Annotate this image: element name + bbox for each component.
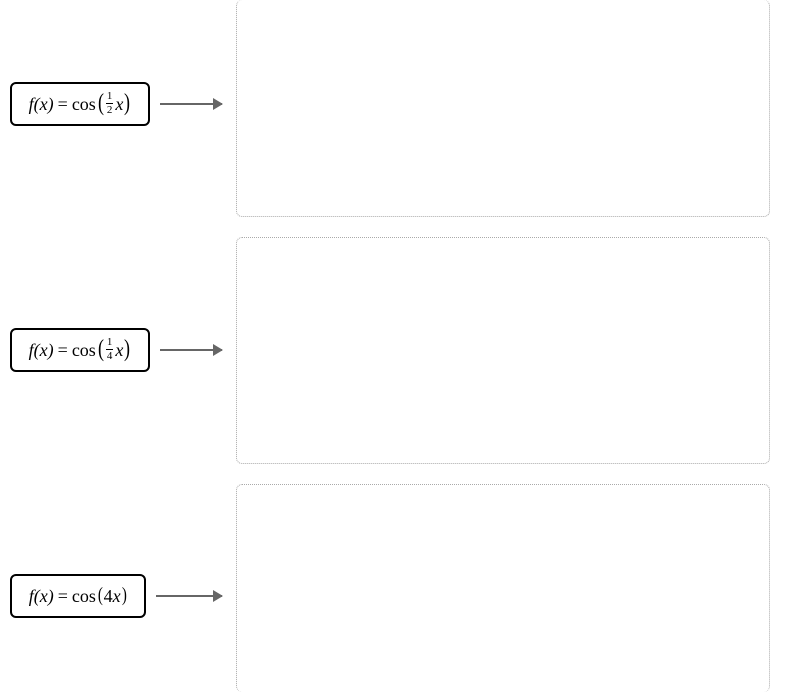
formula-xarg-1: x: [115, 94, 123, 115]
formula-xarg-2: x: [115, 340, 123, 361]
formula-box-2[interactable]: f(x) = cos ( 1 4 x ): [10, 328, 150, 372]
formula-rparen-1: ): [124, 91, 130, 115]
formula-equals-1: =: [58, 94, 68, 115]
dropzone-3[interactable]: [236, 484, 770, 692]
formula-lparen-2: (: [98, 337, 104, 361]
stage: f(x) = cos ( 1 2 x ) f(x) = cos ( 1 4 x …: [0, 0, 800, 692]
formula-rparen-2: ): [124, 337, 130, 361]
formula-content-2: f(x) = cos ( 1 4 x ): [29, 338, 132, 363]
arrow-1: [160, 103, 222, 105]
formula-frac-num-2: 1: [106, 337, 114, 349]
formula-fx-1: f(x): [29, 94, 54, 115]
formula-fx-3: f(x): [29, 586, 54, 607]
arrow-3: [156, 595, 222, 597]
formula-equals-3: =: [58, 586, 68, 607]
formula-frac-den-1: 2: [106, 103, 114, 116]
formula-content-1: f(x) = cos ( 1 2 x ): [29, 92, 132, 117]
formula-box-3[interactable]: f(x) = cos ( 4 x ): [10, 574, 146, 618]
formula-fraction-1: 1 2: [106, 91, 114, 116]
formula-box-1[interactable]: f(x) = cos ( 1 2 x ): [10, 82, 150, 126]
formula-frac-den-2: 4: [106, 349, 114, 362]
formula-fraction-2: 1 4: [106, 337, 114, 362]
arrow-2: [160, 349, 222, 351]
formula-cos-3: cos: [72, 586, 96, 607]
formula-lparen-3: (: [98, 585, 103, 605]
formula-equals-2: =: [58, 340, 68, 361]
formula-cos-1: cos: [72, 94, 96, 115]
formula-fx-2: f(x): [29, 340, 54, 361]
dropzone-1[interactable]: [236, 0, 770, 217]
formula-xarg-3: x: [113, 586, 121, 607]
formula-coef-3: 4: [104, 586, 113, 607]
formula-cos-2: cos: [72, 340, 96, 361]
formula-frac-num-1: 1: [106, 91, 114, 103]
formula-content-3: f(x) = cos ( 4 x ): [29, 586, 127, 607]
formula-rparen-3: ): [121, 585, 126, 605]
formula-lparen-1: (: [98, 91, 104, 115]
dropzone-2[interactable]: [236, 237, 770, 464]
